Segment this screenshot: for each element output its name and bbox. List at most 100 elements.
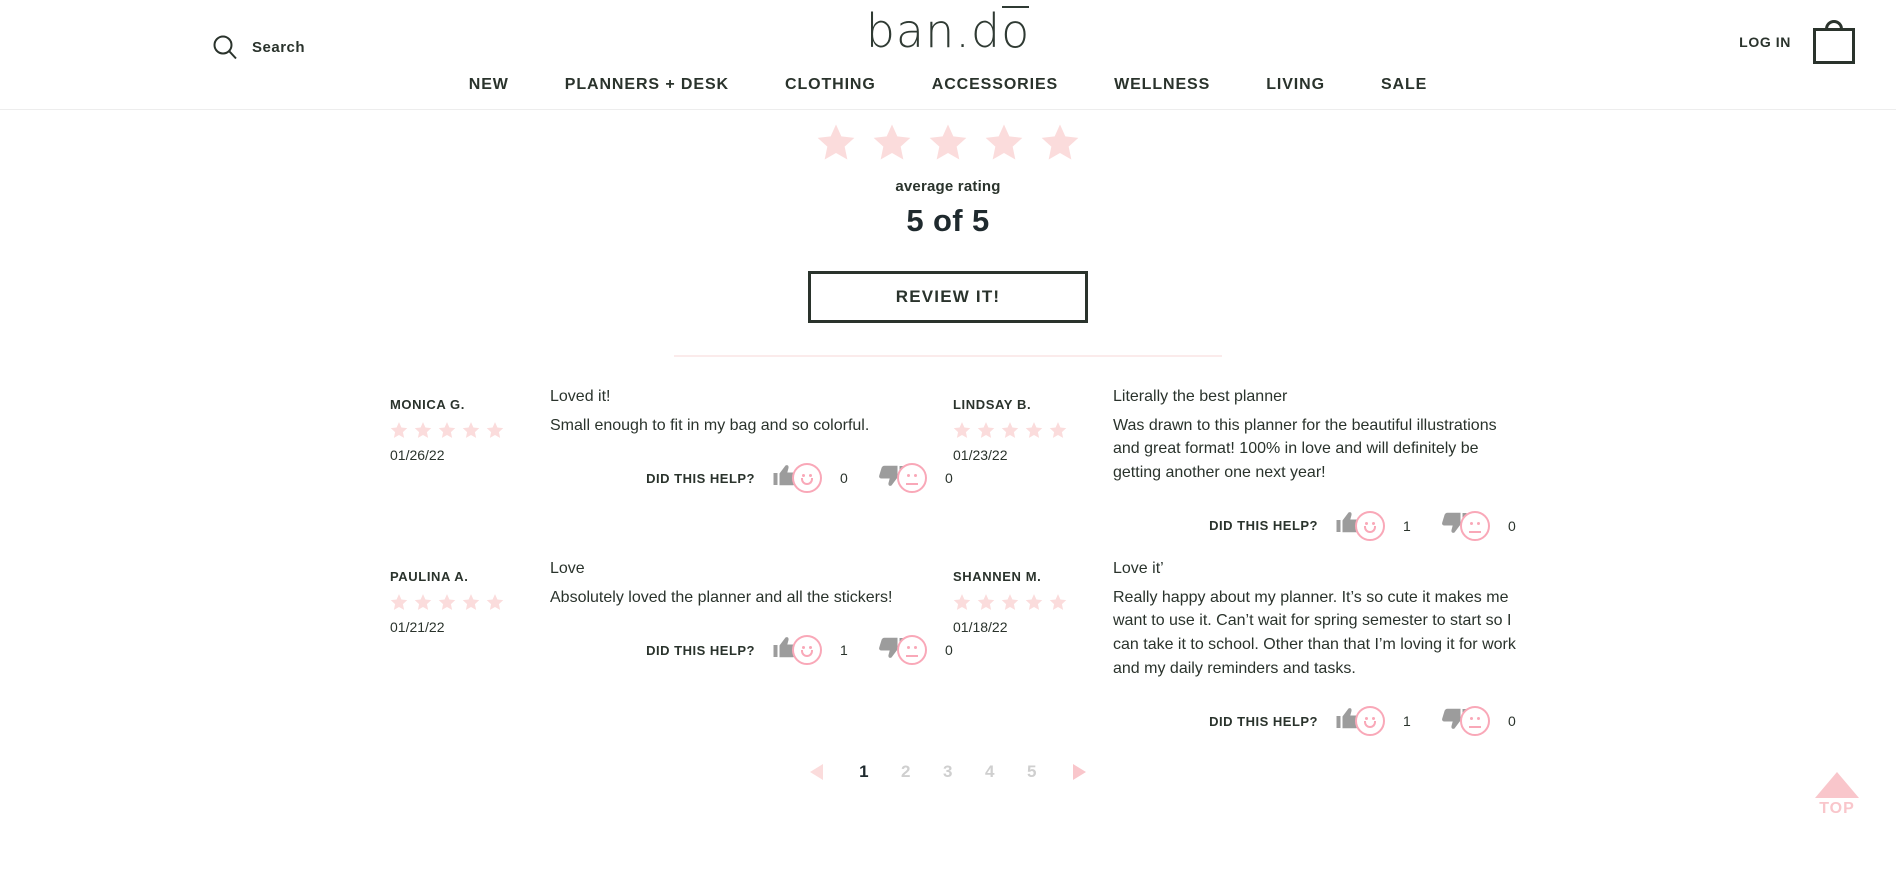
review-date: 01/18/22 [953, 618, 1008, 635]
helpful-no-button[interactable] [1441, 510, 1490, 541]
helpful-yes-count: 1 [1403, 517, 1411, 534]
nav-item-new[interactable]: NEW [441, 76, 537, 94]
nav-item-wellness[interactable]: WELLNESS [1086, 76, 1238, 94]
shopping-bag-icon[interactable] [1813, 20, 1855, 64]
write-review-button[interactable]: REVIEW IT! [808, 271, 1088, 323]
pagination-next-button[interactable] [1053, 763, 1105, 781]
review-text: Really happy about my planner. It’s so c… [1113, 588, 1516, 677]
helpful-no-count: 0 [1508, 517, 1516, 534]
review-author: PAULINA A. [390, 568, 469, 584]
review-body: Literally the best planner Was drawn to t… [1113, 387, 1516, 541]
star-icon [928, 122, 968, 162]
review-text: Absolutely loved the planner and all the… [550, 588, 893, 606]
star-icon [1025, 421, 1043, 439]
star-icon [1001, 593, 1019, 611]
nav-item-planners-desk[interactable]: PLANNERS + DESK [537, 76, 757, 94]
review-author: MONICA G. [390, 397, 465, 412]
review-title: Literally the best planner [1113, 388, 1288, 405]
smiley-face-icon [1355, 706, 1385, 737]
pagination-page-2[interactable]: 2 [885, 762, 927, 782]
review-item: LINDSAY B. 01/23/22 Literally the best pla… [953, 387, 1516, 559]
review-item: MONICA G. 01/26/22 Loved it! Small enough t… [390, 387, 953, 559]
review-helpful-row: DID THIS HELP? 1 0 [550, 635, 953, 666]
helpful-no-count: 0 [945, 642, 953, 659]
nav-item-clothing[interactable]: CLOTHING [757, 76, 904, 94]
average-rating-stars [0, 122, 1896, 162]
star-icon [1049, 421, 1067, 439]
review-stars [953, 421, 1113, 439]
reviews-pagination: 12345 [0, 762, 1896, 782]
smiley-face-icon [792, 463, 822, 494]
nav-item-accessories[interactable]: ACCESSORIES [904, 76, 1086, 94]
review-body: Loved it! Small enough to fit in my bag a… [550, 387, 953, 541]
pagination-page-1[interactable]: 1 [843, 762, 885, 782]
review-author: SHANNEN M. [953, 568, 1042, 584]
star-icon [984, 122, 1024, 162]
review-title: Loved it! [550, 388, 611, 405]
smiley-face-icon [1355, 510, 1385, 541]
pagination-page-4[interactable]: 4 [969, 762, 1011, 782]
review-date: 01/21/22 [390, 618, 445, 635]
average-rating-label: average rating [895, 178, 1001, 195]
site-header: Search ban.do LOG IN NEW PLANNERS + DESK… [0, 0, 1896, 110]
helpful-yes-count: 1 [1403, 713, 1411, 730]
review-meta: PAULINA A. 01/21/22 [390, 559, 550, 736]
star-icon [390, 421, 408, 439]
nav-item-living[interactable]: LIVING [1238, 76, 1353, 94]
star-icon [462, 421, 480, 439]
helpful-no-button[interactable] [1441, 706, 1490, 737]
bag-body [1813, 28, 1855, 64]
chevron-left-icon [809, 764, 825, 785]
review-stars [390, 421, 550, 439]
star-icon [438, 593, 456, 611]
review-helpful-row: DID THIS HELP? 0 0 [550, 463, 953, 494]
star-icon [953, 593, 971, 611]
smiley-face-icon [792, 635, 822, 666]
star-icon [816, 122, 856, 162]
helpful-yes-button[interactable] [773, 463, 822, 494]
neutral-face-icon [1460, 510, 1490, 541]
helpful-label: DID THIS HELP? [1209, 518, 1318, 534]
back-to-top-label: TOP [1819, 800, 1855, 817]
review-stars [390, 593, 550, 611]
back-to-top-button[interactable]: TOP [1808, 772, 1866, 818]
review-stars [953, 593, 1113, 611]
review-item: PAULINA A. 01/21/22 Love Absolutely loved t… [390, 559, 953, 754]
star-icon [414, 421, 432, 439]
main-nav: NEW PLANNERS + DESK CLOTHING ACCESSORIES… [0, 76, 1896, 94]
helpful-no-button[interactable] [878, 635, 927, 666]
review-title: Love it’ [1113, 559, 1164, 577]
helpful-yes-button[interactable] [1336, 510, 1385, 541]
pagination-page-3[interactable]: 3 [927, 762, 969, 782]
pagination-prev-button[interactable] [791, 763, 843, 781]
login-link[interactable]: LOG IN [1739, 34, 1791, 50]
neutral-face-icon [897, 635, 927, 666]
pagination-page-5[interactable]: 5 [1011, 762, 1053, 782]
neutral-face-icon [1460, 706, 1490, 737]
star-icon [1049, 593, 1067, 611]
reviews-page: Search ban.do LOG IN NEW PLANNERS + DESK… [0, 0, 1896, 880]
logo-overlined-o: o [1001, 4, 1031, 58]
star-icon [1040, 122, 1080, 162]
review-meta: SHANNEN M. 01/18/22 [953, 559, 1113, 736]
helpful-yes-button[interactable] [773, 635, 822, 666]
helpful-no-count: 0 [1508, 713, 1516, 730]
logo-text: ban.d [865, 4, 1002, 58]
review-body: Love Absolutely loved the planner and all… [550, 559, 953, 736]
star-icon [486, 593, 504, 611]
review-date: 01/26/22 [390, 447, 445, 463]
reviews-grid: MONICA G. 01/26/22 Loved it! Small enough t… [0, 357, 1896, 754]
account-area: LOG IN [1739, 20, 1855, 64]
helpful-label: DID THIS HELP? [646, 470, 755, 486]
helpful-label: DID THIS HELP? [646, 642, 755, 658]
helpful-no-button[interactable] [878, 463, 927, 494]
helpful-yes-button[interactable] [1336, 706, 1385, 737]
helpful-label: DID THIS HELP? [1209, 713, 1318, 729]
nav-item-sale[interactable]: SALE [1353, 76, 1455, 94]
helpful-yes-count: 0 [840, 470, 848, 487]
review-meta: MONICA G. 01/26/22 [390, 387, 550, 541]
star-icon [1025, 593, 1043, 611]
review-item: SHANNEN M. 01/18/22 Love it’ Really happy a… [953, 559, 1516, 754]
site-logo[interactable]: ban.do [0, 4, 1896, 58]
star-icon [486, 421, 504, 439]
